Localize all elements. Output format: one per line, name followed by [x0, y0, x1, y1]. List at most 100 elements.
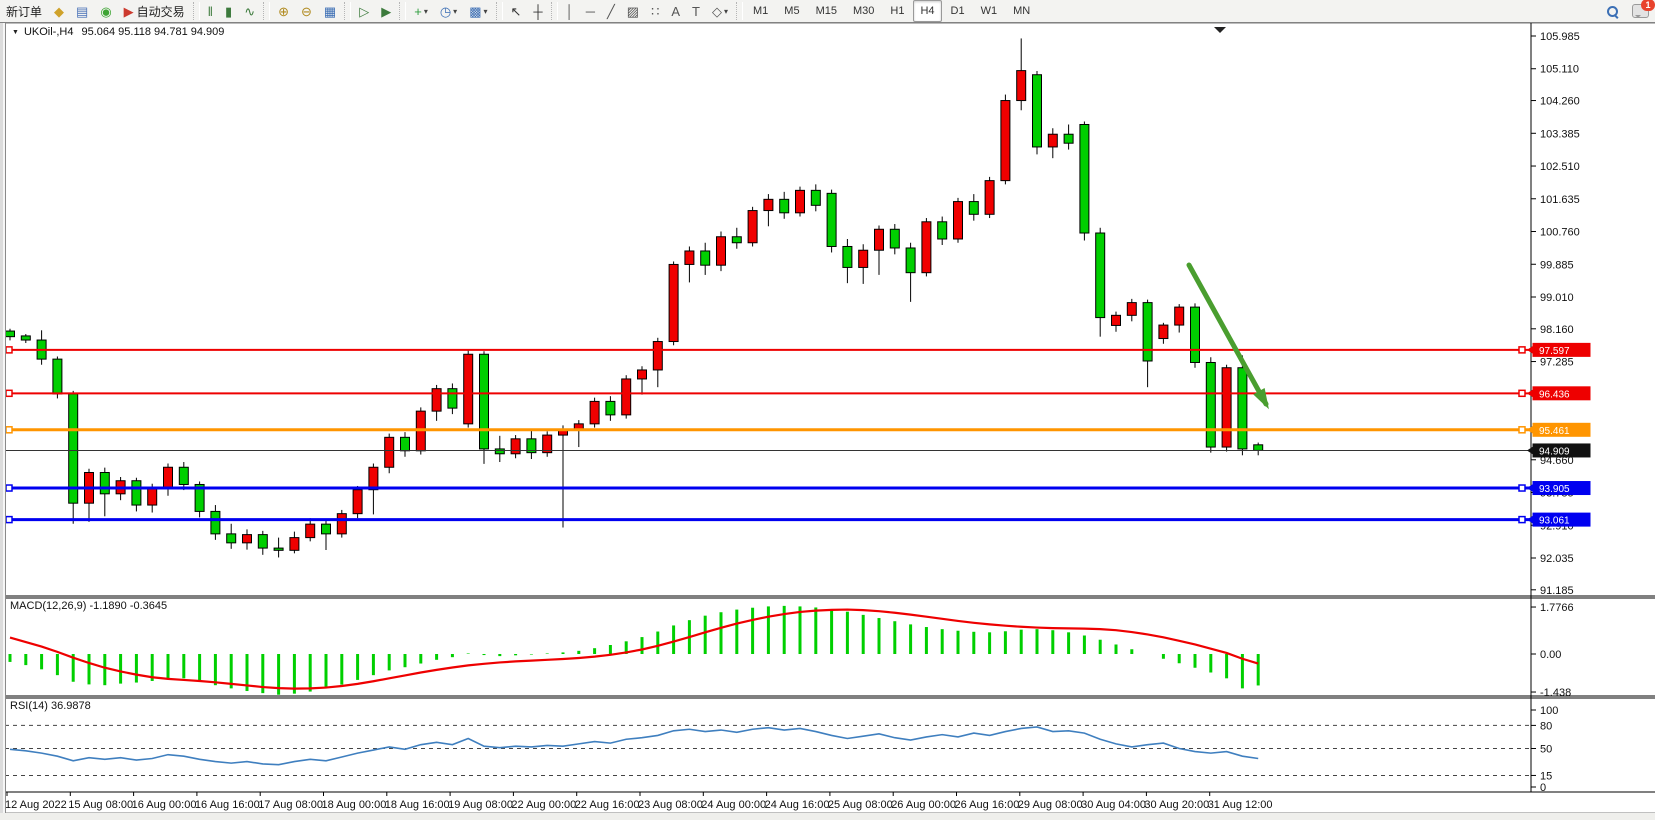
bull-candle[interactable] — [748, 211, 757, 243]
text-icon[interactable]: A — [666, 0, 685, 22]
resistance-line-1-handle[interactable] — [1519, 347, 1525, 353]
bull-candle[interactable] — [1017, 71, 1026, 101]
bear-candle[interactable] — [1080, 124, 1089, 233]
bear-candle[interactable] — [448, 389, 457, 408]
bull-candle[interactable] — [385, 437, 394, 467]
market-watch-icon[interactable]: ▤ — [71, 0, 93, 22]
bear-candle[interactable] — [811, 190, 820, 205]
dropdown-caret-icon[interactable]: ▾ — [424, 7, 428, 16]
signals-icon[interactable]: ◉ — [95, 0, 116, 22]
bull-candle[interactable] — [290, 538, 299, 551]
timeframe-mn[interactable]: MN — [1006, 0, 1037, 22]
resistance-line-1-handle[interactable] — [6, 347, 12, 353]
resistance-line-2-handle[interactable] — [1519, 390, 1525, 396]
bull-candle[interactable] — [859, 250, 868, 267]
bear-candle[interactable] — [606, 401, 615, 414]
pivot-line-handle[interactable] — [1519, 427, 1525, 433]
bull-candle[interactable] — [464, 354, 473, 424]
bear-candle[interactable] — [969, 202, 978, 215]
new-order-button[interactable]: 新订单 — [1, 0, 47, 22]
bear-candle[interactable] — [1143, 303, 1152, 361]
chart-shift-icon[interactable]: ▶ — [376, 0, 396, 22]
pivot-line-handle[interactable] — [6, 427, 12, 433]
bull-candle[interactable] — [353, 490, 362, 514]
bull-candle[interactable] — [511, 439, 520, 454]
timeframe-h1[interactable]: H1 — [883, 0, 911, 22]
support-line-2-handle[interactable] — [6, 517, 12, 523]
bull-candle[interactable] — [954, 202, 963, 239]
bull-candle[interactable] — [922, 222, 931, 273]
bull-candle[interactable] — [432, 389, 441, 411]
vertical-line-icon[interactable]: │ — [561, 0, 579, 22]
bear-candle[interactable] — [780, 199, 789, 212]
autotrade-button[interactable]: ▶自动交易 — [119, 0, 190, 22]
bear-candle[interactable] — [227, 534, 236, 543]
bull-candle[interactable] — [337, 514, 346, 534]
bull-candle[interactable] — [590, 401, 599, 423]
bear-candle[interactable] — [401, 437, 410, 450]
bear-candle[interactable] — [100, 472, 109, 493]
timeframe-m30[interactable]: M30 — [846, 0, 881, 22]
bull-candle[interactable] — [796, 190, 805, 212]
cursor-icon[interactable]: ↖ — [506, 0, 527, 22]
bull-candle[interactable] — [717, 237, 726, 265]
bear-candle[interactable] — [179, 467, 188, 484]
timeframe-w1[interactable]: W1 — [974, 0, 1005, 22]
bull-candle[interactable] — [1048, 134, 1057, 147]
dropdown-caret-icon[interactable]: ▾ — [453, 7, 457, 16]
bear-candle[interactable] — [258, 535, 267, 548]
bear-candle[interactable] — [1238, 368, 1247, 449]
bear-candle[interactable] — [732, 237, 741, 243]
bull-candle[interactable] — [1127, 303, 1136, 316]
bull-candle[interactable] — [1001, 101, 1010, 181]
bull-candle[interactable] — [653, 342, 662, 370]
trendline-icon[interactable]: ╱ — [602, 0, 620, 22]
text-label-icon[interactable]: T — [687, 0, 705, 22]
chevron-down-icon[interactable]: ▼ — [12, 29, 19, 36]
bull-candle[interactable] — [875, 229, 884, 250]
support-line-1-handle[interactable] — [1519, 485, 1525, 491]
bear-candle[interactable] — [6, 331, 15, 337]
bull-candle[interactable] — [638, 370, 647, 379]
line-chart-icon[interactable]: ∿ — [239, 0, 260, 22]
bear-candle[interactable] — [938, 222, 947, 239]
bear-candle[interactable] — [1206, 362, 1215, 447]
bull-candle[interactable] — [164, 467, 173, 487]
tile-windows-icon[interactable]: ▦ — [319, 0, 341, 22]
bear-candle[interactable] — [211, 511, 220, 533]
bull-candle[interactable] — [148, 487, 157, 505]
bar-chart-icon[interactable]: ‖ — [203, 0, 218, 22]
mql-community-icon[interactable]: ◆ — [49, 0, 69, 22]
bear-candle[interactable] — [1191, 307, 1200, 362]
bull-candle[interactable] — [669, 264, 678, 341]
bull-candle[interactable] — [985, 181, 994, 215]
support-line-2-handle[interactable] — [1519, 517, 1525, 523]
price-chart[interactable]: 105.985105.110104.260103.385102.510101.6… — [0, 22, 1655, 819]
timeframe-h4[interactable]: H4 — [913, 0, 941, 22]
bull-candle[interactable] — [1222, 368, 1231, 447]
crosshair-icon[interactable]: ┼ — [528, 0, 547, 22]
dropdown-caret-icon[interactable]: ▾ — [724, 7, 728, 16]
timeframe-m1[interactable]: M1 — [746, 0, 775, 22]
bull-candle[interactable] — [1175, 307, 1184, 325]
bear-candle[interactable] — [843, 246, 852, 267]
bull-candle[interactable] — [306, 524, 315, 537]
bear-candle[interactable] — [906, 248, 915, 273]
support-line-1-handle[interactable] — [6, 485, 12, 491]
bear-candle[interactable] — [274, 548, 283, 550]
bear-candle[interactable] — [1033, 75, 1042, 147]
zoom-in-icon[interactable]: ⊕ — [273, 0, 294, 22]
bull-candle[interactable] — [1112, 315, 1121, 325]
bull-candle[interactable] — [243, 535, 252, 543]
horizontal-line-icon[interactable]: ─ — [581, 0, 600, 22]
bull-candle[interactable] — [622, 379, 631, 415]
dropdown-caret-icon[interactable]: ▾ — [483, 7, 487, 16]
bear-candle[interactable] — [1254, 445, 1263, 451]
bull-candle[interactable] — [369, 467, 378, 489]
zoom-out-icon[interactable]: ⊖ — [296, 0, 317, 22]
timeframe-m15[interactable]: M15 — [809, 0, 844, 22]
periods-icon[interactable]: ◷▾ — [435, 0, 462, 22]
candle-chart-icon[interactable]: ▮ — [220, 0, 237, 22]
chart-title[interactable]: ▼UKOil-,H495.064 95.118 94.781 94.909 — [12, 26, 224, 38]
bear-candle[interactable] — [1096, 233, 1105, 318]
